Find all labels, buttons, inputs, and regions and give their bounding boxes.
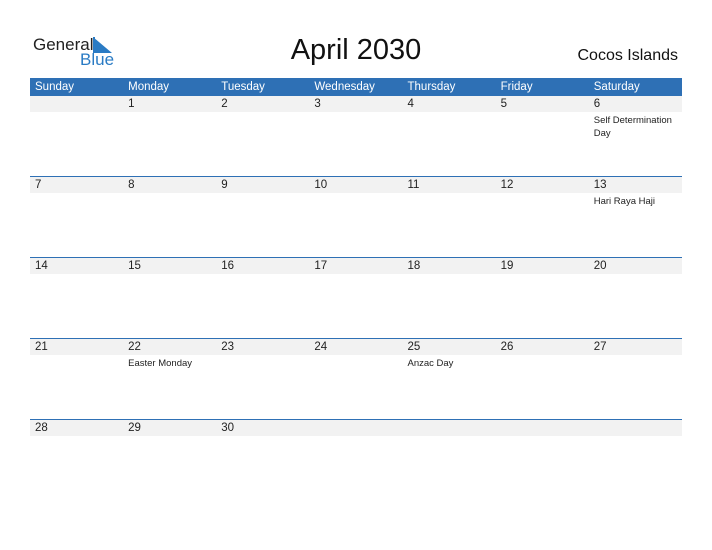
day-number: 2 <box>221 98 228 110</box>
holiday-label <box>589 355 682 370</box>
holiday-label <box>309 112 402 140</box>
day-number: 3 <box>314 98 321 110</box>
holiday-label: Easter Monday <box>128 358 193 369</box>
week-row: 28 29 30 <box>30 419 682 500</box>
holiday-label <box>403 274 496 276</box>
holiday-label <box>403 112 496 140</box>
holiday-label <box>496 436 589 438</box>
day-number: 14 <box>35 260 48 272</box>
day-number: 26 <box>500 341 514 353</box>
holiday-label <box>496 274 589 276</box>
day-number: 28 <box>35 422 48 434</box>
holiday-label <box>589 436 682 438</box>
day-number: 30 <box>221 422 235 434</box>
holiday-label <box>496 112 589 140</box>
holiday-label <box>309 436 402 438</box>
day-number: 11 <box>407 179 420 191</box>
holiday-label <box>30 112 123 140</box>
event-row: Self Determination Day <box>30 112 682 140</box>
day-number: 1 <box>128 98 135 110</box>
day-number-row: 1 2 3 4 5 6 <box>30 96 682 112</box>
holiday-label <box>403 193 496 208</box>
holiday-label: Hari Raya Haji <box>593 196 655 207</box>
day-number: 10 <box>314 179 328 191</box>
holiday-label <box>216 112 309 140</box>
day-number: 21 <box>35 341 48 353</box>
week-row: 14 15 16 17 18 19 20 <box>30 257 682 338</box>
week-row: 7 8 9 10 11 12 13 Hari Raya Haji <box>30 176 682 257</box>
holiday-label: Anzac Day <box>407 358 454 369</box>
day-number: 6 <box>593 98 601 110</box>
day-number: 20 <box>593 260 607 272</box>
day-number: 25 <box>407 341 421 353</box>
day-number: 19 <box>500 260 514 272</box>
holiday-label <box>309 193 402 208</box>
day-number: 7 <box>35 179 42 191</box>
holiday-label <box>309 274 402 276</box>
day-number: 5 <box>500 98 508 110</box>
weekday-wednesday: Wednesday <box>314 81 375 93</box>
event-row <box>30 274 682 276</box>
day-number <box>30 96 123 112</box>
holiday-label <box>216 274 309 276</box>
weekday-friday: Friday <box>500 81 533 93</box>
holiday-label <box>123 436 216 438</box>
holiday-label: Self Determination Day <box>593 115 672 139</box>
calendar: Sunday Monday Tuesday Wednesday Thursday… <box>30 78 682 500</box>
day-number: 12 <box>500 179 514 191</box>
week-row: 1 2 3 4 5 6 Self Determination Day <box>30 96 682 176</box>
weekday-saturday: Saturday <box>593 81 640 93</box>
holiday-label <box>309 355 402 370</box>
event-row: Hari Raya Haji <box>30 193 682 208</box>
day-number-row: 21 22 23 24 25 26 27 <box>30 338 682 355</box>
event-row <box>30 436 682 438</box>
holiday-label <box>496 355 589 370</box>
holiday-label <box>123 274 216 276</box>
day-number-row: 28 29 30 <box>30 419 682 436</box>
day-number-row: 14 15 16 17 18 19 20 <box>30 257 682 274</box>
day-number <box>496 420 589 436</box>
holiday-label <box>589 274 682 276</box>
day-number: 18 <box>407 260 421 272</box>
holiday-label <box>123 112 216 140</box>
weekday-header: Sunday Monday Tuesday Wednesday Thursday… <box>30 78 682 96</box>
holiday-label <box>30 193 123 208</box>
holiday-label <box>30 355 123 370</box>
day-number <box>309 420 402 436</box>
day-number <box>589 420 682 436</box>
day-number: 17 <box>314 260 328 272</box>
day-number: 4 <box>407 98 414 110</box>
day-number: 16 <box>221 260 235 272</box>
day-number-row: 7 8 9 10 11 12 13 <box>30 176 682 193</box>
day-number: 27 <box>593 341 607 353</box>
day-number: 8 <box>128 179 135 191</box>
country-name: Cocos Islands <box>577 47 679 64</box>
day-number: 29 <box>128 422 141 434</box>
holiday-label <box>216 436 309 438</box>
day-number: 24 <box>314 341 328 353</box>
holiday-label <box>30 274 123 276</box>
week-row: 21 22 23 24 25 26 27 Easter Monday Anzac Day <box>30 338 682 419</box>
day-number: 15 <box>128 260 141 272</box>
holiday-label <box>30 436 123 438</box>
day-number <box>403 420 496 436</box>
holiday-label <box>216 193 309 208</box>
holiday-label <box>403 436 496 438</box>
day-number: 9 <box>221 179 228 191</box>
holiday-label <box>496 193 589 208</box>
weekday-tuesday: Tuesday <box>221 81 265 93</box>
day-number: 13 <box>593 179 607 191</box>
day-number: 22 <box>128 341 141 353</box>
weekday-thursday: Thursday <box>407 81 456 93</box>
holiday-label <box>216 355 309 370</box>
weekday-sunday: Sunday <box>35 81 75 93</box>
weekday-monday: Monday <box>128 81 170 93</box>
holiday-label <box>123 193 216 208</box>
event-row: Easter Monday Anzac Day <box>30 355 682 370</box>
day-number: 23 <box>221 341 235 353</box>
